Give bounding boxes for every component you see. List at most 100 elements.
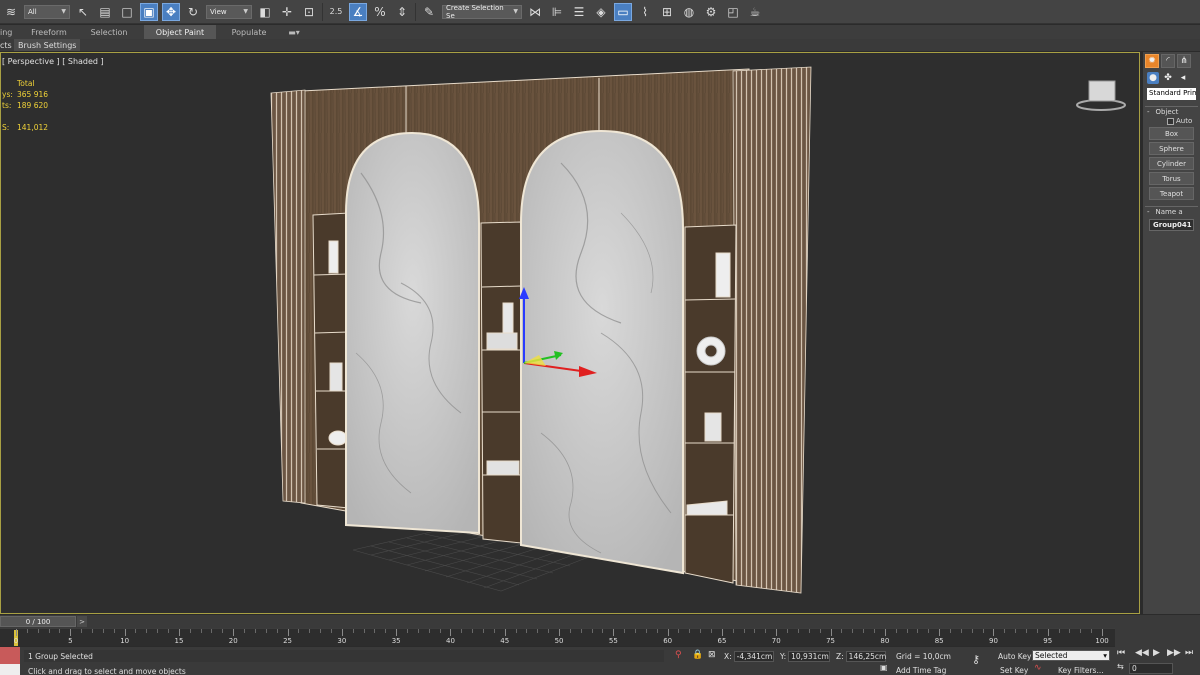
set-key-button[interactable]: Set Key <box>1000 664 1028 675</box>
tab-selection[interactable]: Selection <box>74 25 144 39</box>
frame-tick <box>70 629 72 636</box>
x-input[interactable]: -4,341cm <box>733 650 774 662</box>
play-icon[interactable]: ▶ <box>1153 648 1160 658</box>
sphere-button[interactable]: Sphere <box>1149 142 1194 155</box>
frame-tick <box>81 629 83 633</box>
cylinder-button[interactable]: Cylinder <box>1149 157 1194 170</box>
add-time-tag[interactable]: Add Time Tag <box>896 664 946 675</box>
current-frame-field[interactable]: 0 <box>1129 662 1173 674</box>
viewport-label[interactable]: [ Perspective ] [ Shaded ] <box>2 57 104 66</box>
render-production-icon[interactable]: ☕ <box>746 3 764 21</box>
frame-tick <box>135 629 137 633</box>
curve-editor-icon[interactable]: ⌇ <box>636 3 654 21</box>
align-icon[interactable]: ⊫ <box>548 3 566 21</box>
select-move-icon[interactable]: ✥ <box>162 2 180 21</box>
isolate-selection-icon[interactable]: ⚲ <box>675 650 682 660</box>
frame-tick <box>656 629 658 633</box>
object-type-rollout-header[interactable]: - Object <box>1145 107 1198 117</box>
edit-named-selection-icon[interactable]: ✎ <box>420 3 438 21</box>
next-frame-icon[interactable]: ▶▶ <box>1167 648 1181 658</box>
frame-tick <box>917 629 919 633</box>
frame-tick <box>667 629 669 636</box>
select-rotate-icon[interactable]: ↻ <box>184 3 202 21</box>
angle-snap-icon[interactable]: ∡ <box>349 2 367 21</box>
material-editor-icon[interactable]: ◍ <box>680 3 698 21</box>
z-input[interactable]: 146,25cm <box>845 650 886 662</box>
named-selection-set-dropdown[interactable]: Create Selection Se ▼ <box>442 4 522 20</box>
frame-tick <box>298 629 300 633</box>
frame-tick <box>841 629 843 633</box>
tab-modeling[interactable]: ing <box>0 25 24 39</box>
go-to-start-icon[interactable]: ⏮ <box>1117 648 1125 658</box>
schematic-view-icon[interactable]: ⊞ <box>658 3 676 21</box>
window-crossing-icon[interactable]: ▣ <box>140 2 158 21</box>
snaps-toggle-icon[interactable]: 2.5 <box>327 3 345 21</box>
toggle-ribbon-icon[interactable]: ▭ <box>614 2 632 21</box>
auto-key-button[interactable]: Auto Key <box>998 650 1031 662</box>
tab-freeform[interactable]: Freeform <box>24 25 74 39</box>
tab-populate[interactable]: Populate <box>216 25 282 39</box>
absolute-mode-icon[interactable]: ⊠ <box>708 650 716 660</box>
render-setup-icon[interactable]: ⚙ <box>702 3 720 21</box>
next-frame-arrow[interactable]: > <box>77 616 87 627</box>
lock-selection-icon[interactable]: 🔒 <box>692 650 703 660</box>
pivot-center-icon[interactable]: ◧ <box>256 3 274 21</box>
key-mode-icon[interactable]: ⇆ <box>1117 662 1124 671</box>
scene-explorer-icon[interactable]: ☰ <box>570 3 588 21</box>
box-button[interactable]: Box <box>1149 127 1194 140</box>
modify-tab-icon[interactable]: ◜ <box>1161 54 1175 68</box>
frame-tick-label: 5 <box>68 637 73 645</box>
lights-icon[interactable]: ◂ <box>1177 72 1189 84</box>
selection-filter-dropdown[interactable]: All ▼ <box>24 4 70 19</box>
reference-coordinate-dropdown[interactable]: View ▼ <box>206 4 252 19</box>
frame-tick <box>1015 629 1017 633</box>
key-icon[interactable]: ⚷ <box>972 653 980 666</box>
frame-tick-label: 35 <box>391 637 401 645</box>
spinner-snap-icon[interactable]: ⇕ <box>393 3 411 21</box>
tab-object-paint[interactable]: Object Paint <box>144 25 216 39</box>
rendered-frame-window-icon[interactable]: ◰ <box>724 3 742 21</box>
object-name-field[interactable]: Group041 <box>1149 219 1194 231</box>
time-tag-icon[interactable]: ▣ <box>880 663 888 672</box>
y-coordinate: Y: 10,931cm <box>780 650 831 662</box>
create-tab-icon[interactable]: ✹ <box>1145 54 1159 68</box>
teapot-button[interactable]: Teapot <box>1149 187 1194 200</box>
key-curve-icon[interactable]: ∿ <box>1034 663 1042 673</box>
middle-shelves <box>480 221 522 544</box>
hierarchy-tab-icon[interactable]: ⋔ <box>1177 54 1191 68</box>
object-type-rollout: - Object Auto Box Sphere Cylinder Torus T… <box>1145 106 1198 200</box>
key-filters-button[interactable]: Key Filters... <box>1058 664 1104 675</box>
ribbon-panel-objects[interactable]: cts <box>0 41 14 50</box>
maxscript-listener[interactable] <box>0 647 20 675</box>
select-object-icon[interactable]: ↖ <box>74 3 92 21</box>
right-slats <box>732 66 812 594</box>
track-bar[interactable]: 0 5 10 15 20 25 30 35 40 45 50 55 60 65 70 75 80 85 90 95 10… <box>0 628 1115 646</box>
shapes-icon[interactable]: ✤ <box>1162 72 1174 84</box>
perspective-viewport[interactable]: [ Perspective ] [ Shaded ] Total ys: 365… <box>0 52 1140 614</box>
torus-button[interactable]: Torus <box>1149 172 1194 185</box>
selected-dropdown[interactable]: Selected ▾ <box>1032 649 1110 661</box>
geometry-icon[interactable]: ● <box>1147 72 1159 84</box>
percent-snap-icon[interactable]: % <box>371 3 389 21</box>
brush-settings-button[interactable]: Brush Settings <box>14 39 81 51</box>
go-to-end-icon[interactable]: ⏭ <box>1185 648 1193 658</box>
link-icon[interactable]: ≋ <box>2 3 20 21</box>
rectangle-region-icon[interactable]: □ <box>118 3 136 21</box>
time-slider[interactable]: 0 / 100 > <box>0 615 1200 628</box>
select-by-name-icon[interactable]: ▤ <box>96 3 114 21</box>
previous-frame-icon[interactable]: ◀◀ <box>1135 648 1149 658</box>
name-color-rollout-header[interactable]: - Name a <box>1145 207 1198 217</box>
ribbon-options-icon[interactable]: ▬▾ <box>282 25 306 39</box>
time-slider-handle[interactable]: 0 / 100 <box>0 616 76 627</box>
mirror-icon[interactable]: ⋈ <box>526 3 544 21</box>
prompt-line: Click and drag to select and move object… <box>24 665 664 675</box>
layer-explorer-icon[interactable]: ◈ <box>592 3 610 21</box>
y-input[interactable]: 10,931cm <box>788 650 831 662</box>
maxscript-input[interactable] <box>0 664 20 675</box>
frame-tick <box>439 629 441 633</box>
primitive-type-dropdown[interactable]: Standard Primit <box>1147 88 1196 100</box>
keyboard-shortcut-override-icon[interactable]: ⊡ <box>300 3 318 21</box>
chevron-down-icon: ▼ <box>513 8 518 15</box>
autogrid-checkbox[interactable]: Auto <box>1145 117 1198 125</box>
select-manipulate-icon[interactable]: ✛ <box>278 3 296 21</box>
